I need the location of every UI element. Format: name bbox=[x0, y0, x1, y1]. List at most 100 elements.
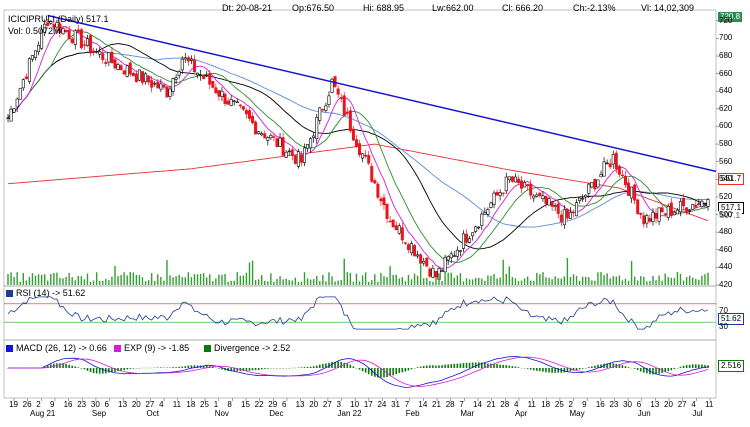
volume-bar bbox=[117, 276, 118, 285]
candle-body bbox=[478, 227, 480, 228]
ohlc-low: Lw:662.00 bbox=[432, 3, 474, 13]
volume-bar bbox=[230, 281, 231, 285]
candle-body bbox=[13, 109, 15, 113]
divergence-bar bbox=[689, 365, 691, 368]
candle-body bbox=[698, 204, 700, 205]
x-tick-label: 16 bbox=[64, 400, 73, 409]
candle-body bbox=[676, 210, 678, 214]
candle-body bbox=[138, 70, 140, 80]
volume-bar bbox=[435, 278, 436, 285]
x-tick-label: 27 bbox=[323, 400, 332, 409]
x-tick-label: 29 bbox=[268, 400, 277, 409]
volume-bar bbox=[677, 272, 678, 285]
candle-body bbox=[248, 111, 250, 119]
macd-value-tag: 2.516 bbox=[718, 360, 744, 372]
x-tick-label: 4 bbox=[514, 400, 518, 409]
candle-body bbox=[325, 106, 327, 111]
ohlc-close: Cl: 666.20 bbox=[502, 3, 543, 13]
stock-chart[interactable] bbox=[0, 0, 750, 425]
volume-bar bbox=[93, 281, 94, 285]
volume-bar bbox=[142, 277, 143, 285]
divergence-bar bbox=[680, 367, 682, 368]
candle-body bbox=[312, 136, 314, 138]
candle-body bbox=[163, 85, 165, 87]
x-month-label: Apr bbox=[515, 409, 527, 418]
candle-body bbox=[166, 87, 168, 97]
candle-body bbox=[117, 65, 119, 70]
volume-bar bbox=[530, 281, 531, 285]
candle-body bbox=[126, 66, 128, 77]
volume-bar bbox=[447, 273, 448, 285]
volume-bar bbox=[212, 281, 213, 285]
candle-body bbox=[150, 81, 152, 88]
volume-bar bbox=[643, 277, 644, 285]
candle-body bbox=[361, 154, 363, 158]
candle-body bbox=[404, 243, 406, 244]
volume-bar bbox=[380, 273, 381, 285]
volume-bar bbox=[469, 279, 470, 285]
divergence-bar bbox=[692, 364, 694, 368]
candle-body bbox=[227, 101, 229, 104]
x-tick-label: 21 bbox=[487, 400, 496, 409]
volume-bar bbox=[698, 280, 699, 285]
volume-bar bbox=[423, 278, 424, 285]
volume-bar bbox=[71, 277, 72, 285]
divergence-bar bbox=[84, 368, 86, 369]
candle-body bbox=[92, 51, 94, 52]
divergence-bar bbox=[307, 367, 309, 368]
divergence-bar bbox=[582, 368, 584, 369]
volume-bar bbox=[674, 278, 675, 285]
volume-bar bbox=[172, 277, 173, 285]
volume-bar bbox=[487, 275, 488, 285]
candle-body bbox=[358, 144, 360, 155]
volume-bar bbox=[499, 278, 500, 285]
candle-body bbox=[279, 138, 281, 146]
candle-body bbox=[502, 193, 504, 194]
volume-bar bbox=[548, 278, 549, 285]
volume-bar bbox=[554, 276, 555, 285]
divergence-bar bbox=[539, 368, 541, 371]
candle-body bbox=[154, 83, 156, 84]
rsi-panel-frame bbox=[4, 286, 716, 340]
candle-body bbox=[215, 88, 217, 93]
volume-bar bbox=[270, 273, 271, 285]
volume-bar bbox=[285, 279, 286, 285]
volume-bar bbox=[344, 259, 345, 285]
candle-body bbox=[511, 177, 513, 182]
volume-bar bbox=[249, 262, 250, 285]
divergence-bar bbox=[96, 368, 98, 373]
divergence-bar bbox=[123, 368, 125, 370]
divergence-bar bbox=[65, 364, 67, 368]
volume-bar bbox=[432, 282, 433, 285]
volume-bar bbox=[588, 277, 589, 285]
candle-body bbox=[401, 228, 403, 240]
volume-bar bbox=[87, 274, 88, 285]
candle-body bbox=[490, 203, 492, 208]
volume-bar bbox=[402, 277, 403, 285]
x-tick-label: 25 bbox=[555, 400, 564, 409]
volume-bar bbox=[429, 281, 430, 285]
volume-bar bbox=[512, 277, 513, 285]
candle-body bbox=[588, 184, 590, 193]
divergence-bar bbox=[71, 366, 73, 368]
volume-bar bbox=[32, 273, 33, 285]
volume-bar bbox=[579, 281, 580, 285]
candle-body bbox=[474, 227, 476, 232]
divergence-bar bbox=[594, 366, 596, 368]
divergence-bar bbox=[643, 368, 645, 373]
macd-legend-label: MACD (26, 12) -> 0.66 bbox=[16, 343, 107, 353]
candle-body bbox=[557, 204, 559, 214]
chart-canvas[interactable] bbox=[0, 0, 750, 425]
candle-body bbox=[392, 220, 394, 227]
candle-body bbox=[371, 166, 373, 181]
x-tick-label: 26 bbox=[23, 400, 32, 409]
volume-bar bbox=[252, 261, 253, 285]
volume-bar bbox=[371, 280, 372, 285]
candle-body bbox=[581, 198, 583, 199]
candle-body bbox=[7, 118, 9, 119]
candle-body bbox=[334, 77, 336, 87]
volume-bar bbox=[502, 260, 503, 285]
divergence-bar bbox=[81, 368, 83, 369]
candle-body bbox=[102, 54, 104, 60]
x-month-label: Sep bbox=[92, 409, 106, 418]
